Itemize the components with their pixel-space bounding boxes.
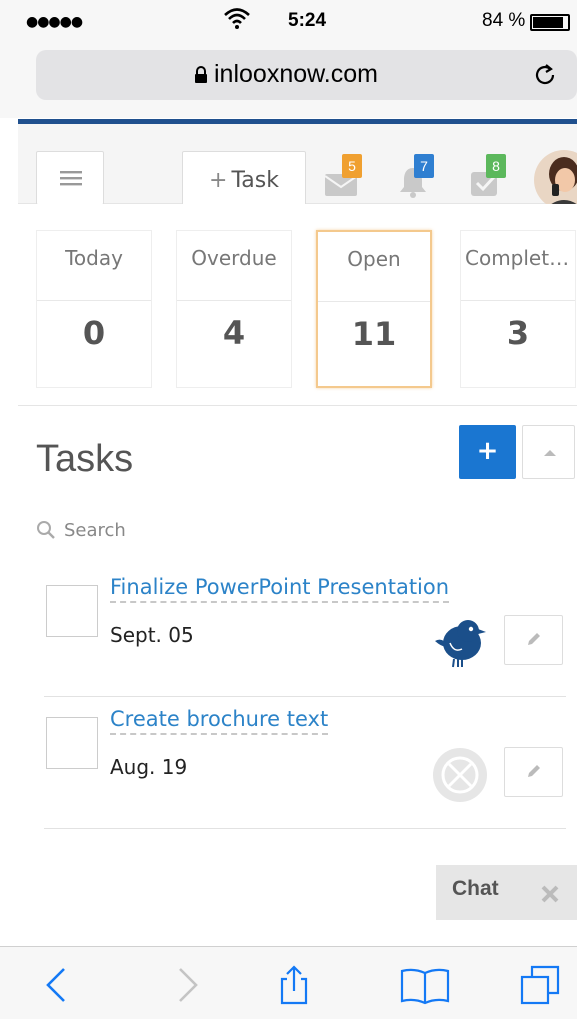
collapse-button[interactable] [522,425,575,479]
close-icon[interactable] [539,883,561,905]
stat-count: 3 [506,314,530,352]
edit-task-button[interactable] [504,747,563,797]
pencil-icon [528,633,540,645]
app-toolbar: + Task 5 7 8 [18,124,577,211]
back-icon[interactable] [38,965,78,1005]
stat-count: 11 [351,315,397,353]
stat-label: Today [37,231,151,301]
reload-icon[interactable] [532,62,558,88]
tasks-heading: Tasks [36,438,134,480]
chat-label: Chat [452,877,499,900]
stat-tile-overdue[interactable]: Overdue 4 [176,230,292,388]
new-task-label: Task [231,168,279,193]
unassigned-icon[interactable] [432,747,488,803]
stat-label: Open [318,232,430,302]
edit-task-button[interactable] [504,615,563,665]
hamburger-icon [60,171,82,186]
task-due-date: Sept. 05 [110,623,194,647]
clock: 5:24 [288,10,327,31]
battery-icon [530,14,570,31]
task-row: Create brochure text Aug. 19 [44,697,566,829]
stat-label: Overdue [177,231,291,301]
task-due-date: Aug. 19 [110,755,188,779]
task-checkbox[interactable] [46,717,98,769]
tabs-icon[interactable] [520,965,560,1005]
alerts-badge: 7 [414,154,434,178]
messages-notification[interactable]: 5 [324,154,364,200]
caret-up-icon [544,450,556,456]
task-checkbox[interactable] [46,585,98,637]
stats-panel: Today 0 Overdue 4 Open 11 Completed 3 [18,204,577,406]
status-bar: ●●●●● 5:24 84 % [0,0,577,44]
stat-count: 4 [222,314,246,352]
alerts-notification[interactable]: 7 [396,154,436,200]
bookmarks-icon[interactable] [400,965,450,1005]
menu-button[interactable] [36,151,104,205]
search-input[interactable] [64,514,364,546]
battery-fill [533,17,564,28]
stat-label: Completed [461,231,575,301]
pencil-icon [528,765,540,777]
add-task-button[interactable]: + [459,425,516,479]
lock-icon [195,66,207,83]
search-icon [37,521,55,539]
browser-bottom-bar [0,946,577,1019]
stat-tile-completed[interactable]: Completed 3 [460,230,576,388]
plus-icon: + [209,168,228,193]
forward-icon[interactable] [166,965,206,1005]
chat-widget[interactable]: Chat [436,865,577,920]
new-task-button[interactable]: + Task [182,151,306,211]
signal-strength: ●●●●● [26,14,83,30]
tasks-notification[interactable]: 8 [468,154,508,200]
bird-avatar-icon[interactable] [432,615,488,671]
address-bar[interactable]: inlooxnow.com [36,50,577,100]
share-icon[interactable] [274,965,314,1005]
task-row: Finalize PowerPoint Presentation Sept. 0… [44,565,566,697]
tasks-badge: 8 [486,154,506,178]
stat-count: 0 [82,314,106,352]
stat-tile-open[interactable]: Open 11 [316,230,432,388]
url-text: inlooxnow.com [214,60,378,88]
user-avatar[interactable] [534,150,577,210]
task-title-link[interactable]: Create brochure text [110,707,329,735]
browser-url-area: inlooxnow.com [0,44,577,118]
user-avatar-icon [534,150,577,210]
stat-tile-today[interactable]: Today 0 [36,230,152,388]
battery-percent: 84 % [482,10,526,31]
task-title-link[interactable]: Finalize PowerPoint Presentation [110,575,450,603]
wifi-icon [224,8,250,29]
messages-badge: 5 [342,154,362,178]
